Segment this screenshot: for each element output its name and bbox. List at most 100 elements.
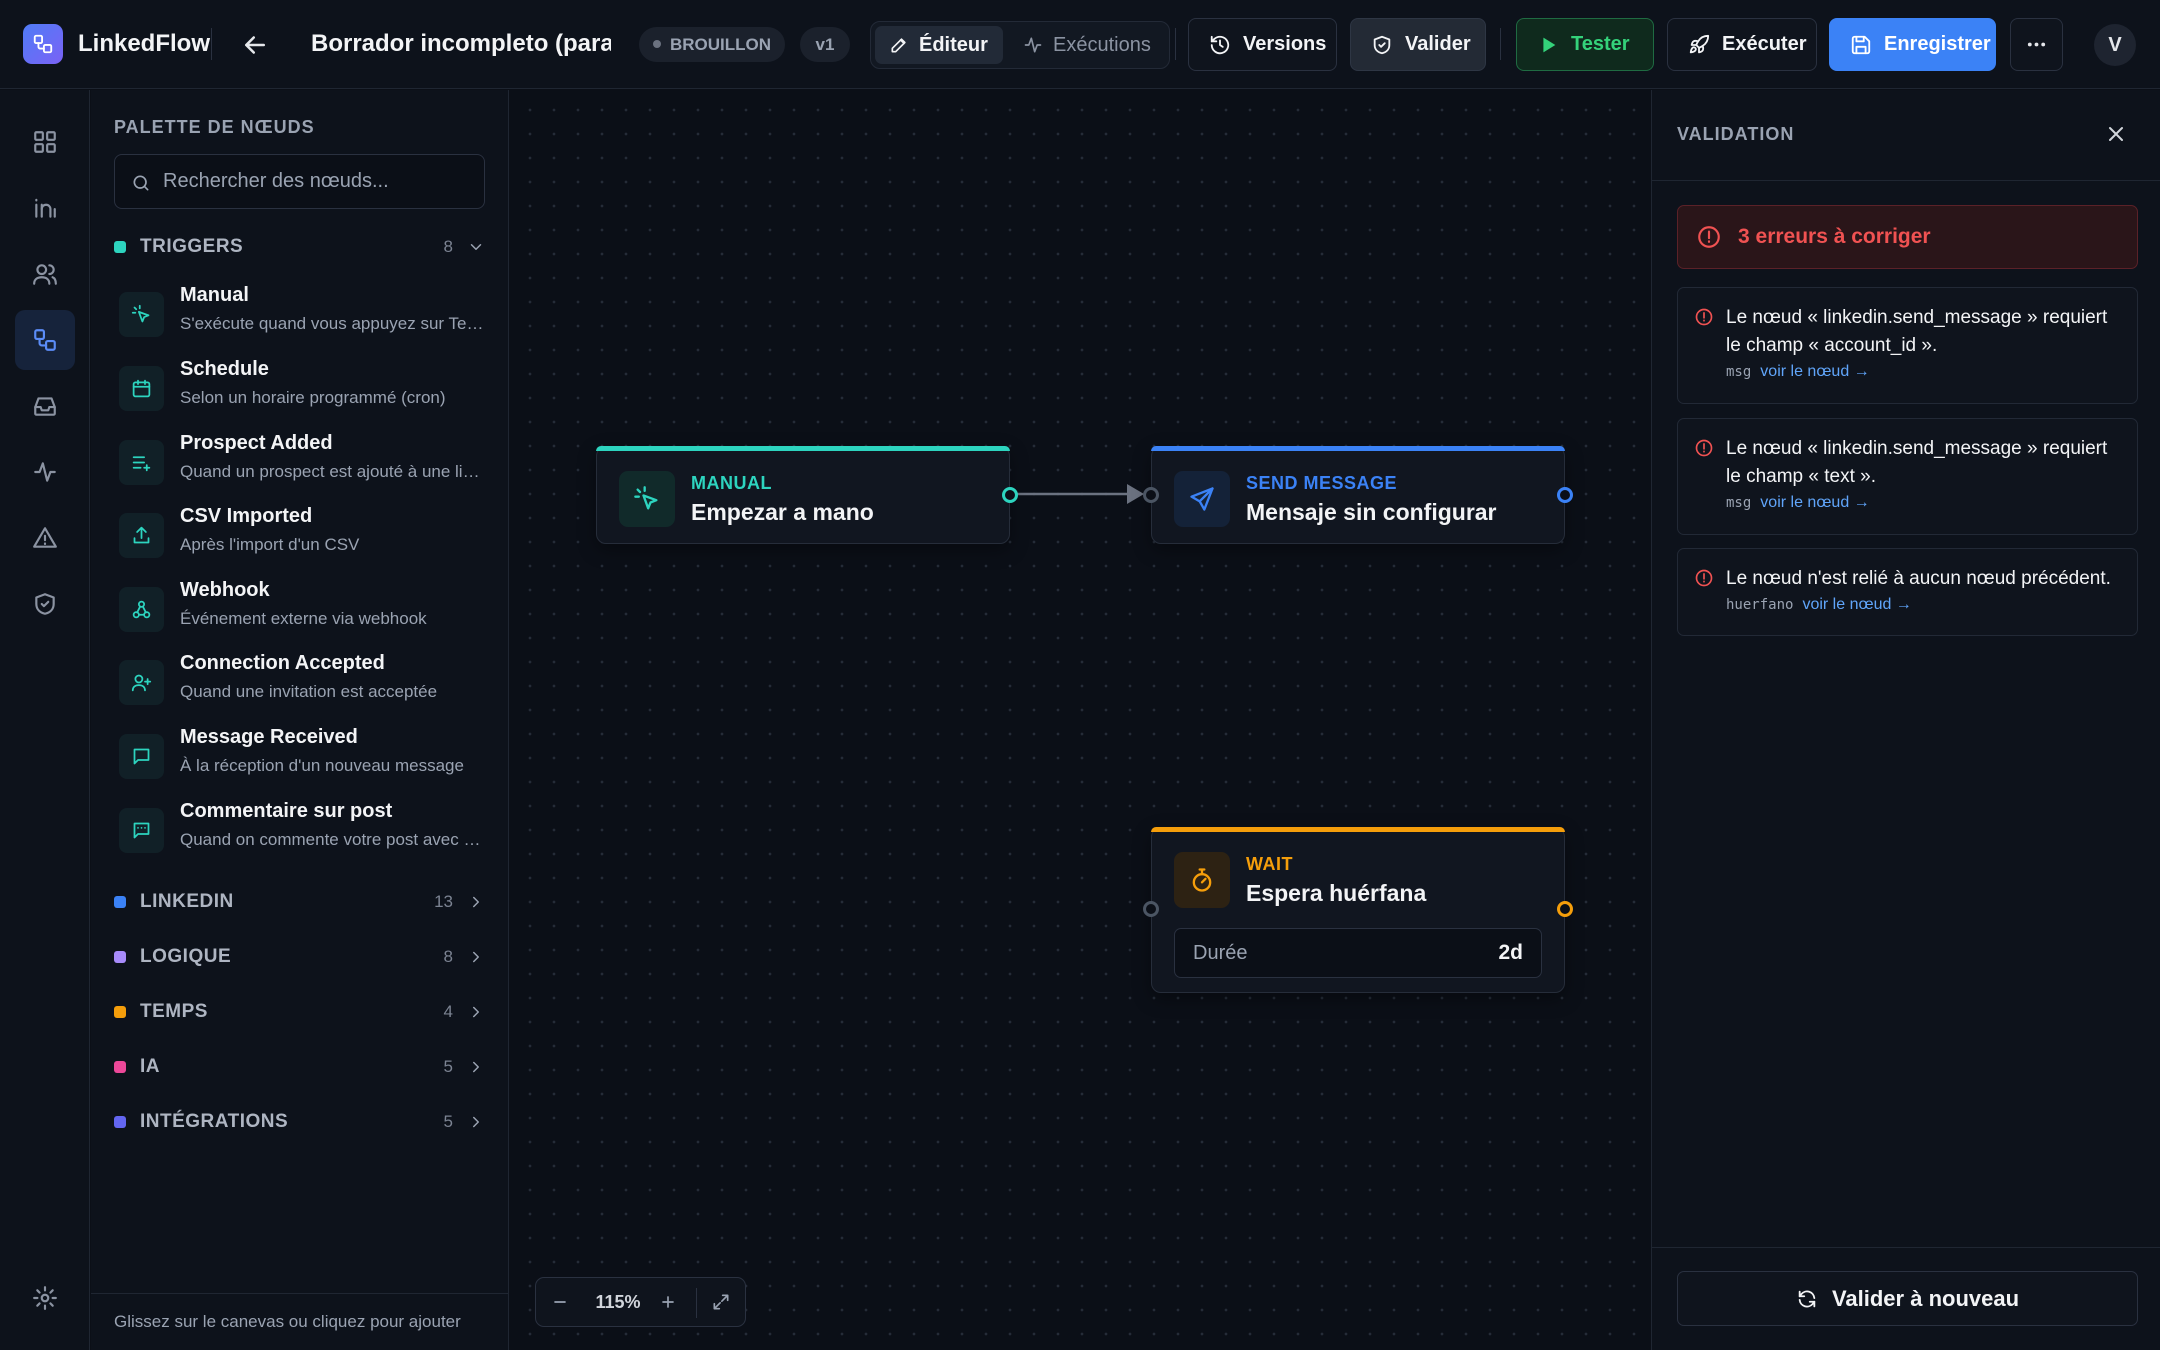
palette-item-desc: À la réception d'un nouveau message [180, 756, 464, 775]
palette-item-desc: S'exécute quand vous appuyez sur Tester [180, 314, 485, 333]
test-button[interactable]: Tester [1516, 18, 1654, 71]
view-tabs: Éditeur Exécutions [870, 21, 1170, 69]
top-bar: LinkedFlow Borrador incompleto (para pro… [0, 0, 2160, 89]
revalidate-button[interactable]: Valider à nouveau [1677, 1271, 2138, 1326]
palette-item-csv-imported[interactable]: CSV Imported Après l'import d'un CSV [119, 503, 485, 573]
category-name: LINKEDIN [140, 891, 234, 912]
shield-check-icon[interactable] [15, 574, 75, 634]
palette-item-schedule[interactable]: Schedule Selon un horaire programmé (cro… [119, 356, 485, 426]
category-name: TRIGGERS [140, 236, 244, 257]
chevron-right-icon [467, 1058, 485, 1076]
palette-item-title: Connection Accepted [180, 652, 385, 674]
palette-item-webhook[interactable]: Webhook Événement externe via webhook [119, 577, 485, 647]
back-arrow-icon[interactable] [240, 30, 270, 60]
error-node-code: msg [1726, 364, 1752, 380]
node-send-message[interactable]: SEND MESSAGE Mensaje sin configurar [1143, 446, 1573, 544]
error-meta: msg voir le nœud → [1726, 494, 1870, 512]
palette-item-connection-accepted[interactable]: Connection Accepted Quand une invitation… [119, 650, 485, 720]
workflow-icon[interactable] [15, 310, 75, 370]
category-temps[interactable]: TEMPS 4 [114, 994, 485, 1030]
category-logique[interactable]: LOGIQUE 8 [114, 939, 485, 975]
alert-triangle-icon[interactable] [15, 508, 75, 568]
palette-item-title: Message Received [180, 726, 358, 748]
divider [211, 28, 212, 60]
alert-circle-icon [1694, 307, 1714, 327]
divider [1652, 1247, 2160, 1248]
save-button[interactable]: Enregistrer [1829, 18, 1996, 71]
output-port[interactable] [1557, 487, 1573, 503]
view-node-link[interactable]: voir le nœud → [1760, 494, 1869, 512]
inbox-icon[interactable] [15, 376, 75, 436]
versions-button[interactable]: Versions [1188, 18, 1337, 71]
linkedin-icon[interactable] [15, 178, 75, 238]
history-icon [1209, 34, 1231, 56]
category-count: 13 [434, 892, 453, 911]
divider [1500, 28, 1501, 60]
tab-editor[interactable]: Éditeur [875, 26, 1003, 64]
palette-item-title: Prospect Added [180, 432, 333, 454]
category-ia[interactable]: IA 5 [114, 1049, 485, 1085]
app-logo-icon[interactable] [23, 24, 63, 64]
fit-view-icon[interactable] [711, 1292, 731, 1312]
view-node-link[interactable]: voir le nœud → [1760, 363, 1869, 381]
node-accent-bar [1151, 446, 1565, 451]
activity-icon [1023, 35, 1043, 55]
close-icon[interactable] [2104, 122, 2128, 146]
category-color-dot [114, 896, 126, 908]
category-triggers[interactable]: TRIGGERS 8 [114, 229, 485, 265]
save-button-label: Enregistrer [1884, 33, 1991, 55]
validate-button[interactable]: Valider [1350, 18, 1486, 71]
category-color-dot [114, 1061, 126, 1073]
status-dot [652, 40, 661, 48]
node-type: MANUAL [691, 473, 772, 493]
search-input[interactable] [163, 155, 473, 208]
palette-item-manual[interactable]: Manual S'exécute quand vous appuyez sur … [119, 282, 485, 352]
error-item[interactable]: Le nœud « linkedin.send_message » requie… [1677, 418, 2138, 535]
gear-icon[interactable] [15, 1268, 75, 1328]
execute-button-label: Exécuter [1722, 33, 1807, 55]
palette-item-prospect-added[interactable]: Prospect Added Quand un prospect est ajo… [119, 430, 485, 500]
category-integrations[interactable]: INTÉGRATIONS 5 [114, 1104, 485, 1140]
palette-item-title: CSV Imported [180, 505, 313, 527]
category-count: 5 [443, 1112, 453, 1131]
avatar[interactable]: V [2094, 24, 2136, 66]
error-item[interactable]: Le nœud n'est relié à aucun nœud précéde… [1677, 548, 2138, 636]
zoom-in-icon[interactable] [658, 1292, 678, 1312]
zoom-out-icon[interactable] [550, 1292, 570, 1312]
play-icon [1537, 34, 1559, 56]
palette-item-message-received[interactable]: Message Received À la réception d'un nou… [119, 724, 485, 794]
palette-item-post-comment[interactable]: Commentaire sur post Quand on commente v… [119, 798, 485, 868]
category-linkedin[interactable]: LINKEDIN 13 [114, 884, 485, 920]
input-port[interactable] [1143, 901, 1159, 917]
execute-button[interactable]: Exécuter [1667, 18, 1817, 71]
error-item[interactable]: Le nœud « linkedin.send_message » requie… [1677, 287, 2138, 404]
node-wait[interactable]: WAIT Espera huérfana Durée 2d [1143, 827, 1573, 993]
node-manual[interactable]: MANUAL Empezar a mano [596, 446, 1018, 544]
node-name: Espera huérfana [1246, 880, 1427, 906]
palette-item-title: Schedule [180, 358, 269, 380]
palette-item-title: Webhook [180, 579, 270, 601]
output-port[interactable] [1557, 901, 1573, 917]
node-accent-bar [596, 446, 1010, 451]
output-port[interactable] [1002, 487, 1018, 503]
activity-icon[interactable] [15, 442, 75, 502]
node-search [114, 154, 485, 209]
palette-item-desc: Événement externe via webhook [180, 609, 427, 628]
view-node-link[interactable]: voir le nœud → [1802, 596, 1911, 614]
app-name: LinkedFlow [78, 30, 210, 57]
users-icon[interactable] [15, 244, 75, 304]
more-options-icon[interactable] [2010, 18, 2063, 71]
dashboard-icon[interactable] [15, 112, 75, 172]
user-plus-icon [119, 660, 164, 705]
node-palette: PALETTE DE NŒUDS TRIGGERS 8 Manual S'exé… [91, 90, 509, 1350]
revalidate-button-label: Valider à nouveau [1831, 1285, 2020, 1311]
category-name: LOGIQUE [140, 946, 232, 967]
zoom-controls: 115% [535, 1277, 746, 1327]
error-node-code: msg [1726, 495, 1752, 511]
workflow-canvas[interactable]: MANUAL Empezar a mano SEND MESSAGE Mensa… [510, 90, 1650, 1350]
duration-field[interactable]: Durée 2d [1174, 928, 1542, 978]
refresh-icon [1796, 1288, 1818, 1310]
tab-executions[interactable]: Exécutions [1009, 26, 1165, 64]
workflow-title[interactable]: Borrador incompleto (para probar) [311, 30, 611, 58]
input-port[interactable] [1143, 487, 1159, 503]
